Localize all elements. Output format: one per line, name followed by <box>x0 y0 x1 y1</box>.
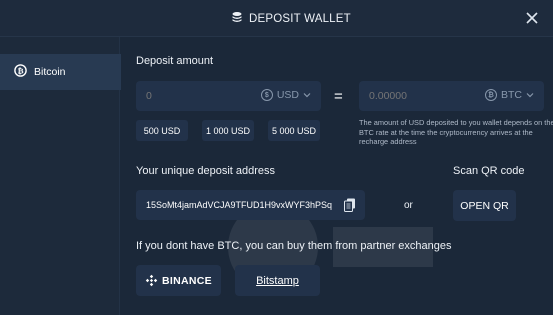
sidebar-item-label: Bitcoin <box>34 66 66 78</box>
or-separator: or <box>404 200 413 211</box>
exchanges-label: If you dont have BTC, you can buy them f… <box>136 240 452 252</box>
sidebar-item-bitcoin[interactable]: ₿ Bitcoin <box>0 54 121 90</box>
chevron-down-icon <box>526 93 534 98</box>
usd-currency-select[interactable]: $ USD <box>260 89 311 101</box>
modal-header: DEPOSIT WALLET <box>0 0 553 37</box>
conversion-note: The amount of USD deposited to you walle… <box>359 118 553 147</box>
bitcoin-icon: ₿ <box>485 89 497 101</box>
svg-text:₿: ₿ <box>17 66 23 75</box>
binance-label: BINANCE <box>162 274 212 287</box>
btc-amount-field[interactable]: ₿ BTC <box>359 81 544 111</box>
binance-button[interactable]: BINANCE <box>136 265 221 296</box>
usd-amount-field[interactable]: $ USD <box>136 81 321 111</box>
open-qr-button[interactable]: OPEN QR <box>453 190 516 221</box>
deposit-panel: Deposit amount $ USD = ₿ BTC 500 USD 1 0… <box>121 37 553 315</box>
modal-title-text: DEPOSIT WALLET <box>249 12 351 25</box>
coins-icon <box>231 11 243 26</box>
deposit-address-value: 15SoMt4jamAdVCJA9TFUD1H9vxWYF3hPSq <box>146 200 333 210</box>
equals-sign: = <box>334 88 343 105</box>
btc-currency-select[interactable]: ₿ BTC <box>485 89 534 101</box>
close-icon[interactable] <box>525 11 539 25</box>
scan-qr-label: Scan QR code <box>453 165 525 177</box>
dollar-icon: $ <box>260 89 273 101</box>
preset-1000-button[interactable]: 1 000 USD <box>202 120 254 141</box>
chevron-down-icon <box>303 93 311 98</box>
copy-icon[interactable] <box>344 198 356 212</box>
sidebar: ₿ Bitcoin <box>0 37 121 315</box>
deposit-address-field[interactable]: 15SoMt4jamAdVCJA9TFUD1H9vxWYF3hPSq <box>136 190 365 220</box>
btc-currency-label: BTC <box>501 89 522 101</box>
bitstamp-button[interactable]: Bitstamp <box>235 265 320 296</box>
bitcoin-icon: ₿ <box>14 64 27 80</box>
usd-currency-label: USD <box>276 89 299 101</box>
binance-icon <box>145 274 158 287</box>
deposit-amount-label: Deposit amount <box>136 55 214 67</box>
btc-amount-input[interactable] <box>369 90 449 102</box>
usd-amount-input[interactable] <box>146 90 226 102</box>
preset-5000-button[interactable]: 5 000 USD <box>268 120 320 141</box>
modal-title: DEPOSIT WALLET <box>231 11 351 26</box>
deposit-address-label: Your unique deposit address <box>136 165 276 177</box>
preset-500-button[interactable]: 500 USD <box>136 120 188 141</box>
